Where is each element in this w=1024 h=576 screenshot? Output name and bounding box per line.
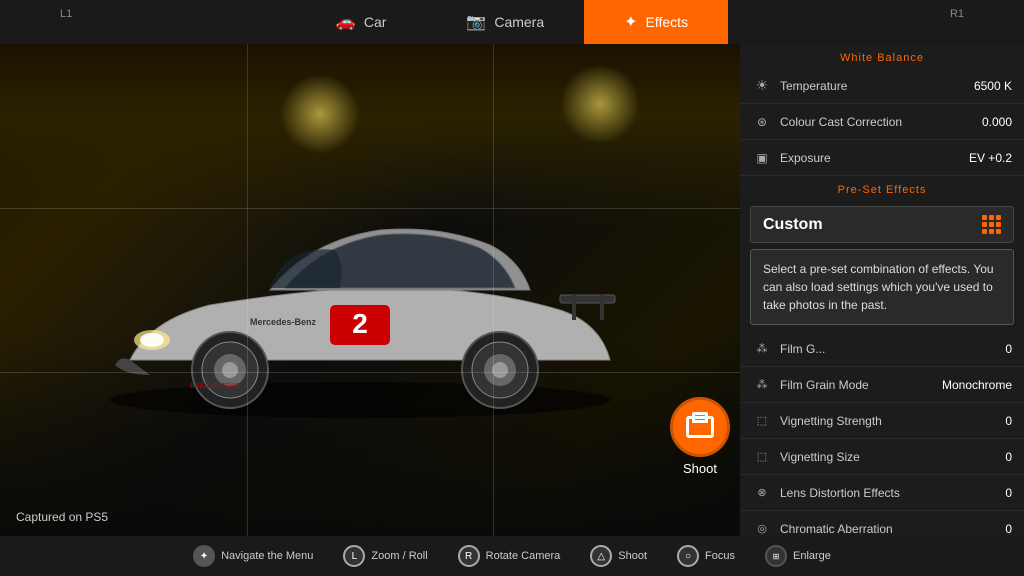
camera-icon: 📷 (466, 12, 486, 32)
custom-dropdown-label: Custom (763, 216, 982, 234)
tab-car[interactable]: 🚗 Car (296, 0, 426, 44)
shoulder-left-label: L1 (60, 8, 72, 20)
film-grain-intensity-label: Film G... (780, 342, 1005, 356)
car-icon: 🚗 (336, 12, 356, 32)
lens-distortion-row[interactable]: ⊗ Lens Distortion Effects 0 (740, 475, 1024, 511)
zoom-label: Zoom / Roll (371, 550, 427, 562)
camera-shutter-icon (686, 416, 714, 438)
vignetting-strength-label: Vignetting Strength (780, 414, 1005, 428)
enlarge-label: Enlarge (793, 550, 831, 562)
car-scene: 2 Mercedes-Benz BRIDGESTONE Captured on … (0, 44, 740, 536)
navigate-icon: ✦ (193, 545, 215, 567)
action-zoom: L Zoom / Roll (343, 545, 427, 567)
tab-effects[interactable]: ✦ Effects (584, 0, 728, 44)
exposure-label: Exposure (780, 151, 969, 165)
temperature-row[interactable]: ☀ Temperature 6500 K (740, 68, 1024, 104)
lens-distortion-value: 0 (1005, 486, 1012, 500)
tab-effects-label: Effects (646, 14, 689, 30)
grid-line-v1 (247, 44, 248, 536)
captured-label: Captured on PS5 (16, 510, 108, 524)
exposure-row[interactable]: ▣ Exposure EV +0.2 (740, 140, 1024, 176)
zoom-icon: L (343, 545, 365, 567)
enlarge-icon: ⊞ (765, 545, 787, 567)
chromatic-aberration-row[interactable]: ◎ Chromatic Aberration 0 (740, 511, 1024, 536)
shoot-action-label: Shoot (618, 550, 647, 562)
focus-label: Focus (705, 550, 735, 562)
grid-line-h1 (0, 208, 740, 209)
shoot-label: Shoot (683, 461, 717, 476)
lens-distortion-label: Lens Distortion Effects (780, 486, 1005, 500)
shoot-button-container: Shoot (670, 397, 730, 476)
tab-car-label: Car (364, 14, 387, 30)
shoot-button[interactable] (670, 397, 730, 457)
vignetting-size-icon: ⬚ (752, 447, 772, 467)
bottom-bar: ✦ Navigate the Menu L Zoom / Roll R Rota… (0, 536, 1024, 576)
tab-camera[interactable]: 📷 Camera (426, 0, 584, 44)
film-grain-mode-row[interactable]: ⁂ Film Grain Mode Monochrome (740, 367, 1024, 403)
preset-effects-header: Pre-Set Effects (740, 176, 1024, 200)
focus-icon: ○ (677, 545, 699, 567)
navigate-label: Navigate the Menu (221, 550, 313, 562)
tab-camera-label: Camera (494, 14, 544, 30)
film-grain-intensity-row[interactable]: ⁂ Film G... 0 (740, 331, 1024, 367)
temperature-label: Temperature (780, 79, 974, 93)
scene-viewport: 2 Mercedes-Benz BRIDGESTONE Captured on … (0, 44, 740, 536)
white-balance-header: White Balance (740, 44, 1024, 68)
action-shoot: △ Shoot (590, 545, 647, 567)
colour-cast-icon: ⊛ (752, 112, 772, 132)
film-grain-mode-label: Film Grain Mode (780, 378, 942, 392)
film-grain-intensity-value: 0 (1005, 342, 1012, 356)
film-grain-mode-value: Monochrome (942, 378, 1012, 392)
exposure-icon: ▣ (752, 148, 772, 168)
temperature-icon: ☀ (752, 76, 772, 96)
right-panel: White Balance ☀ Temperature 6500 K ⊛ Col… (740, 44, 1024, 536)
exposure-value: EV +0.2 (969, 151, 1012, 165)
shoot-action-icon: △ (590, 545, 612, 567)
vignetting-strength-value: 0 (1005, 414, 1012, 428)
shoulder-right-label: R1 (950, 8, 964, 20)
rotate-label: Rotate Camera (486, 550, 561, 562)
rotate-icon: R (458, 545, 480, 567)
action-enlarge: ⊞ Enlarge (765, 545, 831, 567)
action-navigate: ✦ Navigate the Menu (193, 545, 313, 567)
film-grain-icon: ⁂ (752, 339, 772, 359)
chromatic-aberration-value: 0 (1005, 522, 1012, 536)
grid-line-v2 (493, 44, 494, 536)
colour-cast-label: Colour Cast Correction (780, 115, 982, 129)
temperature-value: 6500 K (974, 79, 1012, 93)
chromatic-aberration-label: Chromatic Aberration (780, 522, 1005, 536)
colour-cast-row[interactable]: ⊛ Colour Cast Correction 0.000 (740, 104, 1024, 140)
grid-overlay (0, 44, 740, 536)
vignetting-strength-row[interactable]: ⬚ Vignetting Strength 0 (740, 403, 1024, 439)
action-rotate: R Rotate Camera (458, 545, 561, 567)
preset-tooltip: Select a pre-set combination of effects.… (750, 249, 1014, 325)
action-focus: ○ Focus (677, 545, 735, 567)
vignetting-strength-icon: ⬚ (752, 411, 772, 431)
colour-cast-value: 0.000 (982, 115, 1012, 129)
top-navigation: L1 🚗 Car 📷 Camera ✦ Effects R1 (0, 0, 1024, 44)
vignetting-size-row[interactable]: ⬚ Vignetting Size 0 (740, 439, 1024, 475)
vignetting-size-value: 0 (1005, 450, 1012, 464)
film-grain-mode-icon: ⁂ (752, 375, 772, 395)
grid-icon (982, 215, 1001, 234)
lens-distortion-icon: ⊗ (752, 483, 772, 503)
effects-icon: ✦ (624, 12, 637, 32)
vignetting-size-label: Vignetting Size (780, 450, 1005, 464)
chromatic-aberration-icon: ◎ (752, 519, 772, 537)
grid-line-h2 (0, 372, 740, 373)
preset-dropdown[interactable]: Custom (750, 206, 1014, 243)
